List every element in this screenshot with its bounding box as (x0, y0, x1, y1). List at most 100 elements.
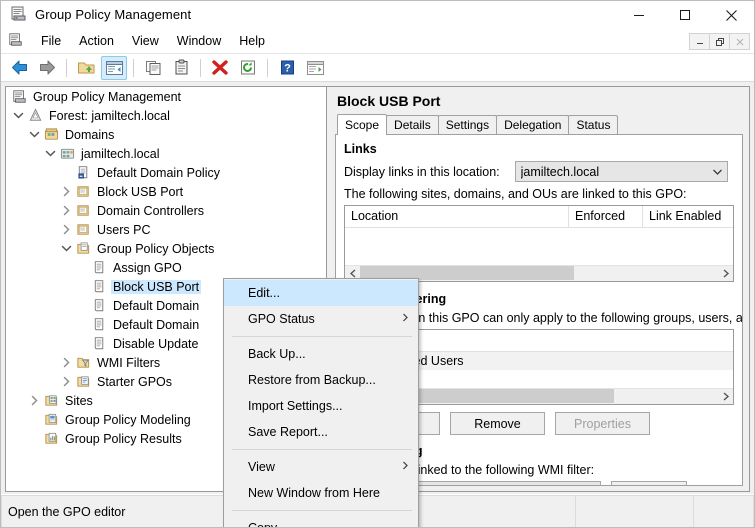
mdi-window-controls (689, 33, 750, 50)
menu-help[interactable]: Help (230, 31, 274, 51)
chevron-down-icon[interactable] (26, 127, 42, 143)
copy-icon[interactable] (140, 56, 166, 80)
tab-delegation[interactable]: Delegation (496, 115, 570, 134)
gpo-icon (90, 260, 108, 275)
chevron-down-icon[interactable] (10, 108, 26, 124)
column-enforced[interactable]: Enforced (569, 206, 643, 227)
scroll-left-icon[interactable] (345, 269, 360, 278)
context-menu-item-label: Import Settings... (248, 399, 343, 413)
tree-item-forest-jamiltech-local[interactable]: Forest: jamiltech.local (6, 106, 326, 125)
tab-scope[interactable]: Scope (337, 114, 388, 135)
tree-item-group-policy-objects[interactable]: Group Policy Objects (6, 239, 326, 258)
chevron-right-icon[interactable] (58, 374, 74, 390)
svg-text:?: ? (284, 63, 291, 75)
location-combobox[interactable]: jamiltech.local (514, 161, 728, 182)
delete-icon[interactable] (207, 56, 233, 80)
chevron-down-icon[interactable] (42, 146, 58, 162)
tree-item-label: Assign GPO (113, 260, 182, 275)
tab-status[interactable]: Status (568, 115, 619, 134)
menu-window[interactable]: Window (168, 31, 230, 51)
tree-item-domain-controllers[interactable]: Domain Controllers (6, 201, 326, 220)
context-menu-item-label: Edit... (248, 286, 280, 300)
chevron-right-icon[interactable] (58, 355, 74, 371)
chevron-right-icon[interactable] (58, 203, 74, 219)
chevron-down-icon (712, 165, 723, 179)
mdi-minimize-button[interactable] (689, 33, 710, 50)
context-menu-item-new-window-from-here[interactable]: New Window from Here (224, 480, 418, 506)
tree-item-users-pc[interactable]: Users PC (6, 220, 326, 239)
tree-item-assign-gpo[interactable]: Assign GPO (6, 258, 326, 277)
context-menu-item-edit[interactable]: Edit... (224, 280, 418, 306)
paste-icon[interactable] (168, 56, 194, 80)
tab-details[interactable]: Details (386, 115, 439, 134)
gpo-link-icon (74, 165, 92, 180)
chevron-down-icon (585, 485, 596, 486)
chevron-down-icon[interactable] (58, 241, 74, 257)
show-action-pane-icon[interactable] (302, 56, 328, 80)
context-menu-item-save-report[interactable]: Save Report... (224, 419, 418, 445)
links-listview[interactable]: Location Enforced Link Enabled (344, 205, 734, 282)
chevron-right-icon[interactable] (26, 393, 42, 409)
expander-placeholder (74, 260, 90, 276)
mdi-close-button[interactable] (729, 33, 750, 50)
menu-view[interactable]: View (123, 31, 168, 51)
up-folder-icon[interactable] (73, 56, 99, 80)
tree-item-label: Users PC (97, 222, 151, 237)
column-location[interactable]: Location (345, 206, 569, 227)
show-hide-console-tree-icon[interactable] (101, 55, 127, 80)
context-menu-item-copy[interactable]: Copy (224, 515, 418, 527)
scroll-right-icon[interactable] (718, 392, 733, 401)
tree-item-label: Domain Controllers (97, 203, 204, 218)
links-header-row: Location Enforced Link Enabled (345, 206, 733, 228)
column-link-enabled[interactable]: Link Enabled (643, 206, 733, 227)
back-icon[interactable] (6, 56, 32, 80)
refresh-icon[interactable] (235, 56, 261, 80)
tree-item-label: Default Domain (113, 298, 200, 313)
remove-button[interactable]: Remove (450, 412, 545, 435)
menu-separator (232, 449, 412, 450)
tree-item-label: Starter GPOs (97, 374, 173, 389)
tree-item-label: Group Policy Objects (97, 241, 215, 256)
forest-icon (26, 108, 44, 123)
gpo-container-icon (74, 241, 92, 256)
expander-placeholder (26, 412, 42, 428)
context-menu-item-gpo-status[interactable]: GPO Status (224, 306, 418, 332)
tree-item-block-usb-port[interactable]: Block USB Port (6, 182, 326, 201)
links-description: The following sites, domains, and OUs ar… (344, 187, 687, 201)
gpo-icon (90, 336, 108, 351)
chevron-right-icon[interactable] (58, 222, 74, 238)
maximize-button[interactable] (662, 1, 708, 29)
menu-action[interactable]: Action (70, 31, 123, 51)
ou-icon (74, 222, 92, 237)
menu-file[interactable]: File (32, 31, 70, 51)
help-icon[interactable]: ? (274, 56, 300, 80)
gp-results-icon (42, 431, 60, 446)
gpmc-icon (10, 5, 27, 25)
forward-icon[interactable] (34, 56, 60, 80)
tree-item-label: Block USB Port (97, 184, 184, 199)
menu-bar: File Action View Window Help (1, 29, 754, 54)
tree-root[interactable]: Group Policy Management (6, 87, 326, 106)
context-menu-item-back-up[interactable]: Back Up... (224, 341, 418, 367)
gpo-context-menu[interactable]: Edit... GPO Status Back Up... Restore from … (223, 278, 419, 527)
properties-button[interactable]: Properties (555, 412, 650, 435)
context-menu-item-label: Back Up... (248, 347, 306, 361)
scroll-right-icon[interactable] (718, 269, 733, 278)
gpo-icon (90, 317, 108, 332)
context-menu-item-restore-from-backup[interactable]: Restore from Backup... (224, 367, 418, 393)
context-menu-item-import-settings[interactable]: Import Settings... (224, 393, 418, 419)
mdi-restore-button[interactable] (709, 33, 730, 50)
menu-separator (232, 336, 412, 337)
expander-placeholder (58, 165, 74, 181)
open-wmi-filter-button[interactable]: Open (611, 481, 687, 485)
display-links-row: Display links in this location: jamiltec… (344, 161, 734, 182)
close-button[interactable] (708, 1, 754, 29)
chevron-right-icon[interactable] (58, 184, 74, 200)
context-menu-item-view[interactable]: View (224, 454, 418, 480)
tree-item-default-domain-policy[interactable]: Default Domain Policy (6, 163, 326, 182)
tree-item-domains[interactable]: Domains (6, 125, 326, 144)
minimize-button[interactable] (616, 1, 662, 29)
tab-settings[interactable]: Settings (437, 115, 498, 134)
tree-item-jamiltech-local[interactable]: jamiltech.local (6, 144, 326, 163)
chevron-right-icon (402, 461, 409, 473)
